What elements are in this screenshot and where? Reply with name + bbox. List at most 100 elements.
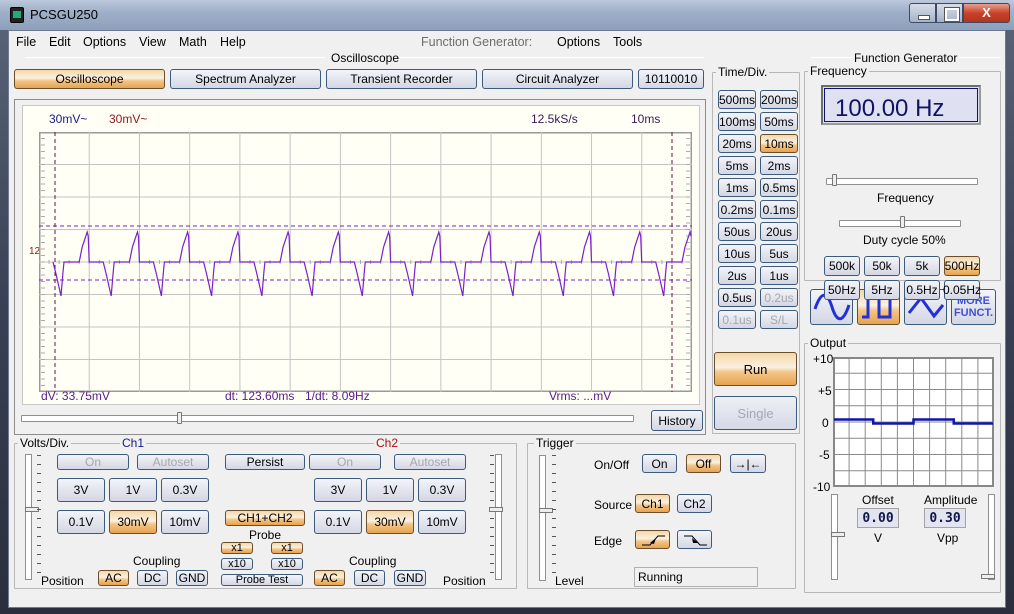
menu-options[interactable]: Options	[83, 35, 126, 49]
timediv-button-0.5us[interactable]: 0.5us	[718, 288, 756, 307]
timediv-button-200ms[interactable]: 200ms	[760, 90, 798, 109]
ch2-range-10mv[interactable]: 10mV	[418, 510, 466, 534]
ch2-range-0.3v[interactable]: 0.3V	[418, 478, 466, 502]
offset-value[interactable]: 0.00	[857, 508, 899, 528]
amplitude-slider[interactable]	[988, 494, 995, 580]
ch1-position-slider[interactable]	[25, 454, 32, 580]
ch2-autoset-button[interactable]: Autoset	[394, 454, 466, 470]
menu-fg-tools[interactable]: Tools	[613, 35, 642, 49]
ch1-coupling-ac[interactable]: AC	[98, 570, 129, 586]
menu-file[interactable]: File	[16, 35, 36, 49]
timediv-button-5us[interactable]: 5us	[760, 244, 798, 263]
timediv-button-S-L[interactable]: S/L	[760, 310, 798, 329]
scope-grid[interactable]	[39, 132, 692, 392]
history-button[interactable]: History	[651, 410, 703, 431]
trigger-off-button[interactable]: Off	[686, 454, 721, 473]
ch2-range-3v[interactable]: 3V	[314, 478, 362, 502]
ch1-range-3v[interactable]: 3V	[57, 478, 105, 502]
ch2-range-1v[interactable]: 1V	[366, 478, 414, 502]
trigger-edge-falling[interactable]	[677, 530, 712, 549]
amplitude-slider-thumb[interactable]	[981, 574, 995, 579]
ch2-probe-x1[interactable]: x1	[271, 542, 303, 554]
tab-oscilloscope[interactable]: Oscilloscope	[14, 69, 165, 89]
menu-math[interactable]: Math	[179, 35, 207, 49]
ch2-coupling-gnd[interactable]: GND	[394, 570, 426, 586]
tab-transient-recorder[interactable]: Transient Recorder	[326, 69, 477, 89]
timediv-button-2ms[interactable]: 2ms	[760, 156, 798, 175]
single-button[interactable]: Single	[714, 396, 797, 430]
ch1-range-0.1v[interactable]: 0.1V	[57, 510, 105, 534]
frequency-slider[interactable]	[826, 178, 978, 185]
timediv-button-1ms[interactable]: 1ms	[718, 178, 756, 197]
ch2-range-0.1v[interactable]: 0.1V	[314, 510, 362, 534]
close-button[interactable]: X	[963, 3, 1010, 23]
timediv-button-2us[interactable]: 2us	[718, 266, 756, 285]
ch1-on-button[interactable]: On	[57, 454, 129, 470]
ch1-autoset-button[interactable]: Autoset	[137, 454, 209, 470]
timediv-button-10ms[interactable]: 10ms	[760, 134, 798, 153]
ch1-probe-x1[interactable]: x1	[221, 542, 253, 554]
trigger-center-button[interactable]: →|←	[730, 454, 766, 473]
ch1-probe-x10[interactable]: x10	[221, 558, 253, 570]
timediv-button-50ms[interactable]: 50ms	[760, 112, 798, 131]
history-slider-thumb[interactable]	[177, 412, 183, 424]
fg-range-50k[interactable]: 50k	[864, 256, 900, 276]
ch2-position-thumb[interactable]	[489, 507, 503, 512]
fg-range-0.5Hz[interactable]: 0.5Hz	[904, 280, 940, 300]
probe-test-button[interactable]: Probe Test	[221, 574, 303, 586]
tab-logic-10110010[interactable]: 10110010	[638, 69, 704, 89]
ch1-coupling-dc[interactable]: DC	[137, 570, 168, 586]
frequency-slider-thumb[interactable]	[832, 174, 838, 186]
timediv-button-100ms[interactable]: 100ms	[718, 112, 756, 131]
offset-slider[interactable]	[831, 494, 838, 580]
tab-spectrum-analyzer[interactable]: Spectrum Analyzer	[170, 69, 321, 89]
ch2-range-30mv[interactable]: 30mV	[366, 510, 414, 534]
timediv-button-0.2ms[interactable]: 0.2ms	[718, 200, 756, 219]
ch1-range-30mv[interactable]: 30mV	[109, 510, 157, 534]
ch1-range-10mv[interactable]: 10mV	[161, 510, 209, 534]
timediv-button-0.1us[interactable]: 0.1us	[718, 310, 756, 329]
trigger-edge-rising[interactable]	[635, 530, 670, 549]
menu-help[interactable]: Help	[220, 35, 246, 49]
timediv-button-1us[interactable]: 1us	[760, 266, 798, 285]
timediv-button-5ms[interactable]: 5ms	[718, 156, 756, 175]
offset-slider-thumb[interactable]	[831, 532, 845, 537]
timediv-button-0.5ms[interactable]: 0.5ms	[760, 178, 798, 197]
ch1-coupling-gnd[interactable]: GND	[176, 570, 208, 586]
fg-range-5Hz[interactable]: 5Hz	[864, 280, 900, 300]
menu-fg-options[interactable]: Options	[557, 35, 600, 49]
timediv-button-0.2us[interactable]: 0.2us	[760, 288, 798, 307]
ch2-coupling-dc[interactable]: DC	[354, 570, 385, 586]
fg-range-500k[interactable]: 500k	[824, 256, 860, 276]
trigger-level-thumb[interactable]	[539, 508, 553, 513]
ch1-range-1v[interactable]: 1V	[109, 478, 157, 502]
ch2-position-slider[interactable]	[495, 454, 502, 580]
history-slider[interactable]	[21, 415, 634, 422]
amplitude-value[interactable]: 0.30	[924, 508, 966, 528]
persist-button[interactable]: Persist	[225, 454, 305, 470]
duty-cycle-slider-thumb[interactable]	[900, 216, 905, 228]
ch2-coupling-ac[interactable]: AC	[314, 570, 345, 586]
ch2-on-button[interactable]: On	[309, 454, 381, 470]
run-button[interactable]: Run	[714, 352, 797, 386]
trigger-on-button[interactable]: On	[642, 454, 677, 473]
maximize-button[interactable]	[936, 3, 963, 23]
timediv-button-0.1ms[interactable]: 0.1ms	[760, 200, 798, 219]
tab-circuit-analyzer[interactable]: Circuit Analyzer	[482, 69, 633, 89]
math-ch1-ch2-button[interactable]: CH1+CH2	[225, 510, 305, 526]
timediv-button-500ms[interactable]: 500ms	[718, 90, 756, 109]
menu-edit[interactable]: Edit	[49, 35, 71, 49]
menu-view[interactable]: View	[139, 35, 166, 49]
fg-range-5k[interactable]: 5k	[904, 256, 940, 276]
ch2-probe-x10[interactable]: x10	[271, 558, 303, 570]
trigger-level-slider[interactable]	[539, 455, 546, 581]
trigger-source-ch1[interactable]: Ch1	[635, 494, 670, 513]
timediv-button-10us[interactable]: 10us	[718, 244, 756, 263]
minimize-button[interactable]	[909, 3, 936, 23]
fg-range-50Hz[interactable]: 50Hz	[824, 280, 860, 300]
ch1-range-0.3v[interactable]: 0.3V	[161, 478, 209, 502]
timediv-button-50us[interactable]: 50us	[718, 222, 756, 241]
timediv-button-20ms[interactable]: 20ms	[718, 134, 756, 153]
trigger-source-ch2[interactable]: Ch2	[677, 494, 712, 513]
fg-range-0.05Hz[interactable]: 0.05Hz	[943, 280, 981, 300]
